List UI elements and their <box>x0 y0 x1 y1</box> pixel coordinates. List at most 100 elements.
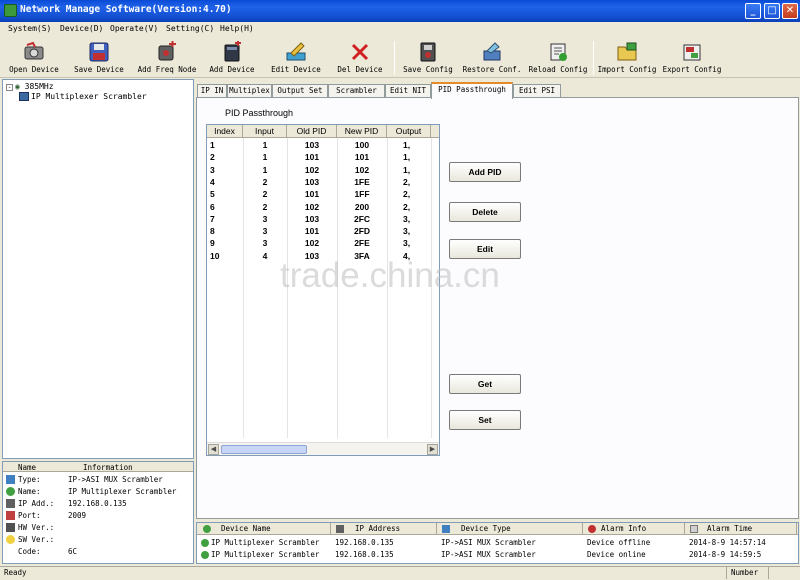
column-header-ip-address[interactable]: IP Address <box>331 523 437 535</box>
info-label: IP Add.: <box>18 499 55 508</box>
restore-conf-label: Restore Conf. <box>462 65 522 74</box>
tab-pid-passthrough[interactable]: PID Passthrough <box>431 82 513 99</box>
hardware-icon <box>6 523 15 532</box>
export-config-button[interactable]: Export Config <box>660 38 724 78</box>
edit-button[interactable]: Edit <box>449 239 521 259</box>
reload-config-button[interactable]: Reload Config <box>526 38 590 78</box>
tab-bar: IP IN Multiplex Output Set Scrambler Edi… <box>196 82 798 99</box>
scrollbar-thumb[interactable] <box>221 445 307 454</box>
pid-table-row[interactable]: 8 3 101 2FD 3, <box>207 225 431 237</box>
edit-device-icon <box>286 42 306 61</box>
tree-node-root[interactable]: - ◉ 385MHz <box>6 82 54 91</box>
cell-alarm-info: Device online <box>587 550 646 559</box>
save-config-label: Save Config <box>403 65 453 74</box>
menu-operate[interactable]: Operate(V) <box>110 24 158 33</box>
cell-output: 4, <box>403 250 411 261</box>
edit-device-button[interactable]: Edit Device <box>266 38 326 78</box>
save-config-button[interactable]: Save Config <box>400 38 456 78</box>
pid-table-row[interactable]: 9 3 102 2FE 3, <box>207 237 431 249</box>
pid-table-row[interactable]: 2 1 101 101 1, <box>207 151 431 163</box>
scroll-left-icon[interactable]: ◀ <box>208 444 219 455</box>
close-button[interactable]: ✕ <box>782 3 798 19</box>
add-freq-node-button[interactable]: Add Freq Node <box>136 38 198 78</box>
column-header-alarm-time[interactable]: Alarm Time <box>685 523 797 535</box>
save-device-button[interactable]: Save Device <box>70 38 128 78</box>
add-device-button[interactable]: Add Device <box>204 38 260 78</box>
pid-passthrough-panel: PID Passthrough Index Input Old PID New … <box>196 97 799 519</box>
tree-expand-icon[interactable]: - <box>6 84 13 91</box>
cell-input: 1 <box>262 140 268 150</box>
tab-multiplex[interactable]: Multiplex <box>227 84 272 98</box>
device-alarm-list[interactable]: Device Name IP Address Device Type Alarm… <box>196 522 799 564</box>
scroll-right-icon[interactable]: ▶ <box>427 444 438 455</box>
column-header-input[interactable]: Input <box>243 125 287 138</box>
import-config-button[interactable]: Import Config <box>596 38 658 78</box>
cell-input: 2 <box>262 201 268 212</box>
tab-ip-in[interactable]: IP IN <box>197 84 227 98</box>
del-device-button[interactable]: Del Device <box>332 38 388 78</box>
minimize-button[interactable]: _ <box>745 3 761 19</box>
pid-table[interactable]: Index Input Old PID New PID Output 1 1 103… <box>206 124 440 456</box>
tab-output-set[interactable]: Output Set <box>272 84 328 98</box>
info-header-name: Name <box>18 463 37 472</box>
column-header-alarm-info[interactable]: Alarm Info <box>583 523 685 535</box>
column-divider <box>431 138 432 438</box>
device-list-row[interactable]: IP Multiplexer Scrambler 192.168.0.135 I… <box>197 549 798 561</box>
tab-scrambler[interactable]: Scrambler <box>328 84 385 98</box>
horizontal-scrollbar[interactable]: ◀ ▶ <box>207 442 439 455</box>
tab-edit-nit[interactable]: Edit NIT <box>385 84 431 98</box>
panel-title: PID Passthrough <box>225 108 294 118</box>
edit-device-label: Edit Device <box>271 65 321 74</box>
cell-input: 3 <box>262 226 268 237</box>
cell-alarm-time: 2014-8-9 14:57:14 <box>689 538 766 547</box>
delete-button[interactable]: Delete <box>449 202 521 222</box>
window-title: Network Manage Software(Version:4.70) <box>20 4 232 15</box>
cell-index: 1 <box>210 140 215 150</box>
name-icon <box>6 487 15 496</box>
info-label: Type: <box>18 475 41 484</box>
menu-help[interactable]: Help(H) <box>220 24 254 33</box>
pid-table-row[interactable]: 1 1 103 100 1, <box>207 139 431 151</box>
info-row-hw: HW Ver.: <box>3 522 193 533</box>
column-header-index[interactable]: Index <box>207 125 243 138</box>
maximize-button[interactable]: □ <box>764 3 780 19</box>
info-row-port: Port: 2009 <box>3 510 193 521</box>
cell-new-pid: 1FE <box>354 176 370 187</box>
menu-device[interactable]: Device(D) <box>60 24 103 33</box>
header-label: IP Address <box>355 524 401 533</box>
ip-address-icon <box>336 525 344 533</box>
pid-table-row[interactable]: 5 2 101 1FF 2, <box>207 188 431 200</box>
column-header-output[interactable]: Output <box>387 125 431 138</box>
cell-input: 3 <box>262 238 268 249</box>
column-header-device-name[interactable]: Device Name <box>197 523 331 535</box>
restore-conf-button[interactable]: Restore Conf. <box>462 38 522 78</box>
device-tree[interactable]: - ◉ 385MHz IP Multiplexer Scrambler <box>2 79 194 459</box>
menu-setting[interactable]: Setting(C) <box>166 24 214 33</box>
menu-system[interactable]: System(S) <box>8 24 51 33</box>
pid-table-row[interactable]: 4 2 103 1FE 2, <box>207 176 431 188</box>
get-button[interactable]: Get <box>449 374 521 394</box>
cell-new-pid: 2FC <box>353 213 371 224</box>
pid-table-row[interactable]: 7 3 103 2FC 3, <box>207 213 431 225</box>
header-label: Device Type <box>461 524 511 533</box>
device-list-row[interactable]: IP Multiplexer Scrambler 192.168.0.135 I… <box>197 537 798 549</box>
column-header-new-pid[interactable]: New PID <box>337 125 387 138</box>
cell-output: 1, <box>403 140 411 150</box>
cell-input: 1 <box>262 164 268 175</box>
add-pid-button[interactable]: Add PID <box>449 162 521 182</box>
pid-table-row[interactable]: 10 4 103 3FA 4, <box>207 250 431 262</box>
set-button[interactable]: Set <box>449 410 521 430</box>
cell-output: 2, <box>403 189 411 200</box>
cell-device-name: IP Multiplexer Scrambler <box>211 538 320 547</box>
tab-edit-psi[interactable]: Edit PSI <box>513 84 561 98</box>
tree-node-device[interactable]: IP Multiplexer Scrambler <box>19 92 147 101</box>
cell-input: 4 <box>262 250 268 261</box>
cell-old-pid: 103 <box>304 213 320 224</box>
pid-table-row[interactable]: 6 2 102 200 2, <box>207 201 431 213</box>
column-header-device-type[interactable]: Device Type <box>437 523 583 535</box>
reload-config-icon <box>550 43 567 61</box>
open-device-button[interactable]: Open Device <box>4 38 64 78</box>
column-header-old-pid[interactable]: Old PID <box>287 125 337 138</box>
header-label: Alarm Info <box>601 524 647 533</box>
pid-table-row[interactable]: 3 1 102 102 1, <box>207 164 431 176</box>
